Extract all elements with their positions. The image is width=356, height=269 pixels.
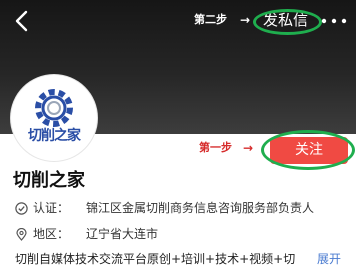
area-label: 地区：	[33, 227, 70, 241]
verified-check-icon	[15, 202, 28, 215]
expand-link[interactable]: 展开	[317, 250, 341, 268]
area-value: 辽宁省大连市	[86, 227, 159, 241]
step-two-annotation: 第二步	[194, 13, 227, 26]
profile-description: 切削自媒体技术交流平台原创+培训+技术+视频+切	[15, 252, 296, 266]
certification-label: 认证：	[33, 201, 70, 215]
certification-value: 锦江区金属切削商务信息咨询服务部负责人	[86, 201, 315, 215]
avatar-logo-text: 切削之家	[28, 128, 81, 144]
step-one-annotation: 第一步	[199, 141, 232, 154]
more-dots-icon[interactable]	[321, 18, 347, 24]
chevron-left-icon[interactable]	[12, 9, 32, 33]
highlight-circle-send-message	[253, 9, 322, 35]
avatar[interactable]: 切削之家	[11, 75, 97, 161]
arrow-right-icon: →	[240, 13, 251, 27]
account-name: 切削之家	[13, 170, 85, 191]
arrow-right-icon: →	[243, 141, 254, 155]
location-pin-icon	[16, 228, 27, 241]
highlight-circle-follow	[261, 130, 355, 170]
gear-logo-icon	[12, 76, 96, 160]
